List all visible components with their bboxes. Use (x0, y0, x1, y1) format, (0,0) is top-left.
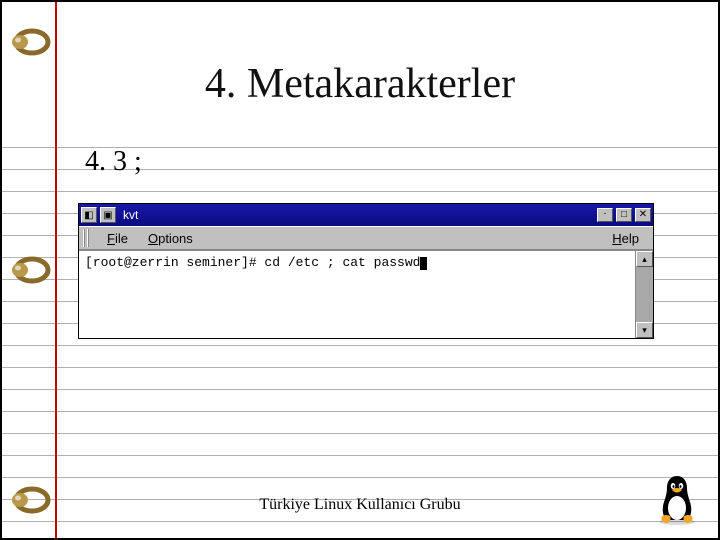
binder-ring-icon (2, 250, 52, 290)
tux-icon (654, 472, 700, 526)
terminal-window: ◧ ▣ kvt · □ ✕ File Options Help [root@ze… (78, 203, 654, 339)
binder-ring-icon (2, 22, 52, 62)
menu-file[interactable]: File (97, 229, 138, 248)
slide-title: 4. Metakarakterler (0, 60, 720, 108)
maximize-button[interactable]: □ (616, 208, 632, 222)
terminal-output[interactable]: [root@zerrin seminer]# cd /etc ; cat pas… (79, 251, 635, 338)
system-menu-icon[interactable]: ◧ (81, 207, 97, 223)
window-title: kvt (119, 208, 594, 222)
scrollbar-track[interactable] (636, 267, 653, 322)
sticky-icon[interactable]: ▣ (100, 207, 116, 223)
menu-options[interactable]: Options (138, 229, 203, 248)
menu-help-label: elp (622, 231, 639, 246)
scroll-down-button[interactable]: ▾ (636, 322, 653, 338)
terminal-body: [root@zerrin seminer]# cd /etc ; cat pas… (79, 250, 653, 338)
section-label: 4. 3 ; (85, 146, 142, 178)
prompt-line: [root@zerrin seminer]# cd /etc ; cat pas… (85, 255, 420, 270)
menu-file-label: ile (115, 231, 128, 246)
footer-text: Türkiye Linux Kullanıcı Grubu (0, 496, 720, 514)
scroll-up-button[interactable]: ▴ (636, 251, 653, 267)
close-button[interactable]: ✕ (635, 208, 651, 222)
iconify-button[interactable]: · (597, 208, 613, 222)
toolbar-grip-icon[interactable] (83, 229, 91, 247)
menubar: File Options Help (79, 226, 653, 250)
window-titlebar[interactable]: ◧ ▣ kvt · □ ✕ (79, 204, 653, 226)
menu-help[interactable]: Help (602, 229, 649, 248)
menu-options-label: ptions (158, 231, 193, 246)
text-cursor-icon (420, 257, 427, 270)
scrollbar[interactable]: ▴ ▾ (635, 251, 653, 338)
